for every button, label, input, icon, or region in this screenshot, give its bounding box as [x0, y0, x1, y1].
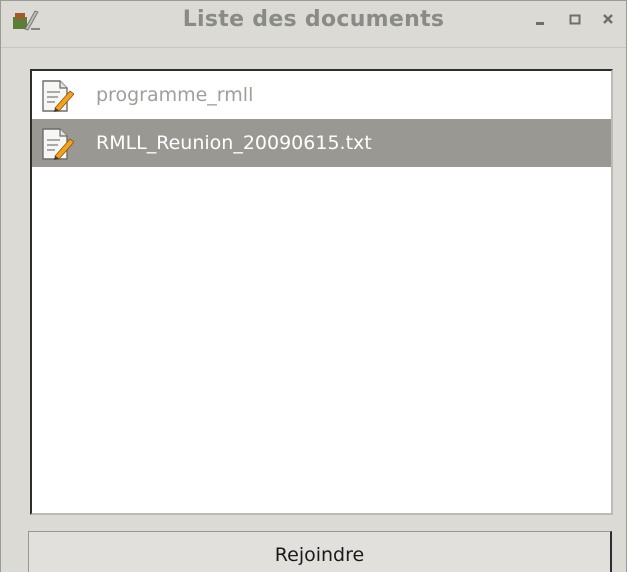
close-icon	[601, 11, 615, 30]
minimize-icon	[534, 11, 548, 30]
join-button-label: Rejoindre	[274, 544, 365, 566]
text-document-edit-icon	[40, 127, 75, 161]
text-document-edit-icon	[40, 79, 75, 113]
list-item-label: RMLL_Reunion_20090615.txt	[96, 132, 372, 154]
document-list[interactable]: programme_rmll RMLL_Reunion_20090615.txt	[30, 69, 613, 515]
maximize-icon	[568, 11, 582, 30]
title-bar[interactable]: Liste des documents	[1, 1, 626, 48]
list-item-programme-rmll[interactable]: programme_rmll	[32, 71, 611, 119]
maximize-button[interactable]	[566, 11, 584, 29]
list-item-rmll-reunion[interactable]: RMLL_Reunion_20090615.txt	[32, 119, 611, 167]
document-list-window: Liste des documents programme_rmll RMLL_…	[0, 0, 627, 572]
join-button[interactable]: Rejoindre	[28, 531, 612, 572]
list-item-label: programme_rmll	[96, 84, 254, 106]
minimize-button[interactable]	[532, 11, 550, 29]
close-button[interactable]	[599, 11, 617, 29]
